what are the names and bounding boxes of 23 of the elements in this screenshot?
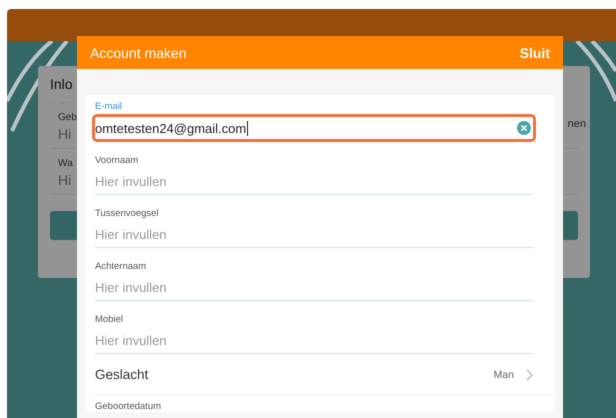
card-title: Inlo [50, 66, 73, 103]
side-text: nen [568, 118, 586, 130]
field-label: Geb [58, 112, 77, 123]
dialog-title: Account maken [90, 44, 186, 60]
field-label: Mobiel [95, 314, 124, 325]
gender-select[interactable]: Geslacht Man [95, 354, 555, 396]
field-label: Geboortedatum [95, 401, 162, 412]
input-field[interactable]: Hier invullen [95, 168, 533, 195]
field-label: Achternaam [95, 261, 148, 272]
chevron-right-icon [526, 368, 533, 380]
input-field[interactable]: Hi [58, 169, 72, 194]
input-field[interactable]: Hier invullen [95, 327, 533, 354]
input-field[interactable]: Hier invullen [95, 221, 533, 248]
field-label: Tussenvoegsel [95, 208, 160, 219]
text-cursor [247, 120, 248, 136]
field-label: Wa [58, 158, 73, 169]
close-button[interactable]: Sluit [520, 44, 550, 60]
field-label: E-mail [95, 101, 123, 112]
input-field[interactable]: omtetesten24@gmail.com [92, 114, 536, 142]
clear-icon[interactable] [517, 121, 531, 135]
input-field[interactable]: Hier invullen [95, 274, 533, 301]
input-field[interactable]: Hi [58, 123, 72, 148]
field-label: Voornaam [95, 155, 140, 166]
